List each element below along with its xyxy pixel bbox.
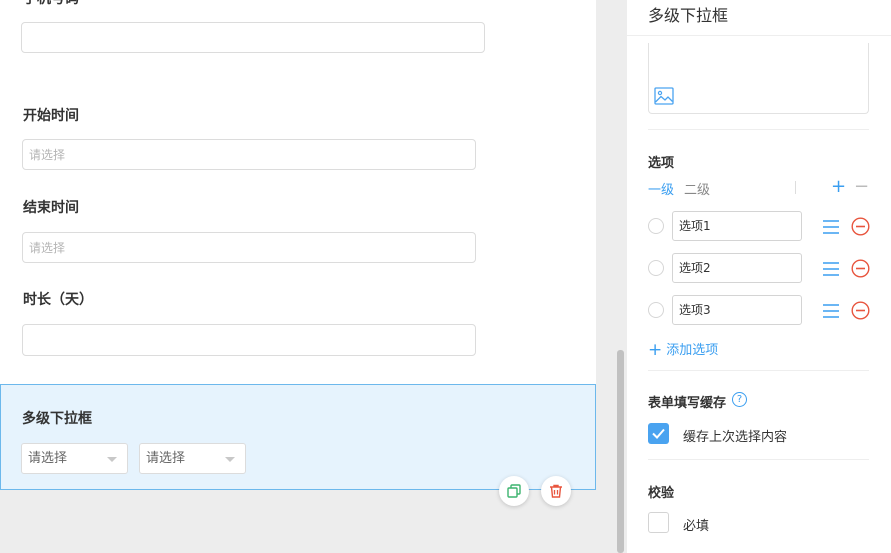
option-radio-2[interactable] <box>648 260 664 276</box>
add-option-label: 添加选项 <box>666 343 719 358</box>
chevron-down-icon <box>225 457 235 462</box>
field-label-duration: 时长（天） <box>23 292 93 308</box>
canvas-scrollbar-thumb[interactable] <box>617 350 624 553</box>
level2-select[interactable]: 请选择 <box>139 443 246 474</box>
form-canvas: 手机号码 开始时间 请选择 结束时间 请选择 时长（天） 多级下拉框 请选择 请… <box>0 0 627 553</box>
image-icon <box>654 87 674 105</box>
level1-select-placeholder: 请选择 <box>28 451 68 466</box>
image-upload-box[interactable] <box>648 43 869 114</box>
cache-checkbox-label: 缓存上次选择内容 <box>683 430 788 445</box>
question-circle-icon[interactable]: ? <box>732 392 747 407</box>
field-label-end-time: 结束时间 <box>23 200 79 216</box>
minus-circle-icon[interactable] <box>851 301 870 320</box>
cache-checkbox[interactable] <box>648 423 669 444</box>
trash-icon <box>550 484 562 498</box>
option-radio-1[interactable] <box>648 218 664 234</box>
option-input-3[interactable]: 选项3 <box>672 295 802 325</box>
divider <box>648 370 869 371</box>
option-input-1[interactable]: 选项1 <box>672 211 802 241</box>
duration-input[interactable] <box>22 324 476 356</box>
selected-field-multilevel-select[interactable]: 多级下拉框 请选择 请选择 <box>0 384 596 490</box>
required-checkbox[interactable] <box>648 512 669 533</box>
menu-icon[interactable] <box>822 261 840 277</box>
tab-level2[interactable]: 二级 <box>684 179 710 198</box>
copy-icon <box>507 484 521 498</box>
field-label-start-time: 开始时间 <box>23 108 79 124</box>
option-radio-3[interactable] <box>648 302 664 318</box>
required-checkbox-label: 必填 <box>683 519 710 534</box>
option-input-2[interactable]: 选项2 <box>672 253 802 283</box>
add-level-button[interactable]: + <box>831 178 846 196</box>
level2-select-placeholder: 请选择 <box>146 451 186 466</box>
field-label-partial: 手机号码 <box>23 0 79 8</box>
validation-section-title: 校验 <box>648 486 675 501</box>
checkmark-icon <box>652 428 665 439</box>
cache-section-title: 表单填写缓存 <box>648 396 727 411</box>
divider <box>648 129 869 130</box>
top-text-input[interactable] <box>21 22 485 53</box>
plus-icon: + <box>648 340 663 360</box>
chevron-down-icon <box>107 457 117 462</box>
tab-separator <box>795 181 796 194</box>
panel-title: 多级下拉框 <box>648 6 729 25</box>
minus-circle-icon[interactable] <box>851 217 870 236</box>
level1-select[interactable]: 请选择 <box>21 443 128 474</box>
panel-divider <box>627 35 891 36</box>
properties-panel: 多级下拉框 选项 一级 二级 + − 选项1 选项2 选项3 + 添加选项 表单… <box>627 0 891 553</box>
options-section-title: 选项 <box>648 156 675 171</box>
minus-circle-icon[interactable] <box>851 259 870 278</box>
start-time-input[interactable]: 请选择 <box>22 139 476 170</box>
menu-icon[interactable] <box>822 303 840 319</box>
end-time-input[interactable]: 请选择 <box>22 232 476 263</box>
delete-field-button[interactable] <box>541 476 571 506</box>
form-body: 手机号码 开始时间 请选择 结束时间 请选择 时长（天） 多级下拉框 请选择 请… <box>0 0 596 490</box>
add-option-button[interactable]: + 添加选项 <box>648 339 718 360</box>
menu-icon[interactable] <box>822 219 840 235</box>
divider <box>648 459 869 460</box>
copy-field-button[interactable] <box>499 476 529 506</box>
field-label-multilevel-select: 多级下拉框 <box>22 411 92 427</box>
remove-level-button[interactable]: − <box>854 178 869 196</box>
tab-level1[interactable]: 一级 <box>648 179 674 198</box>
